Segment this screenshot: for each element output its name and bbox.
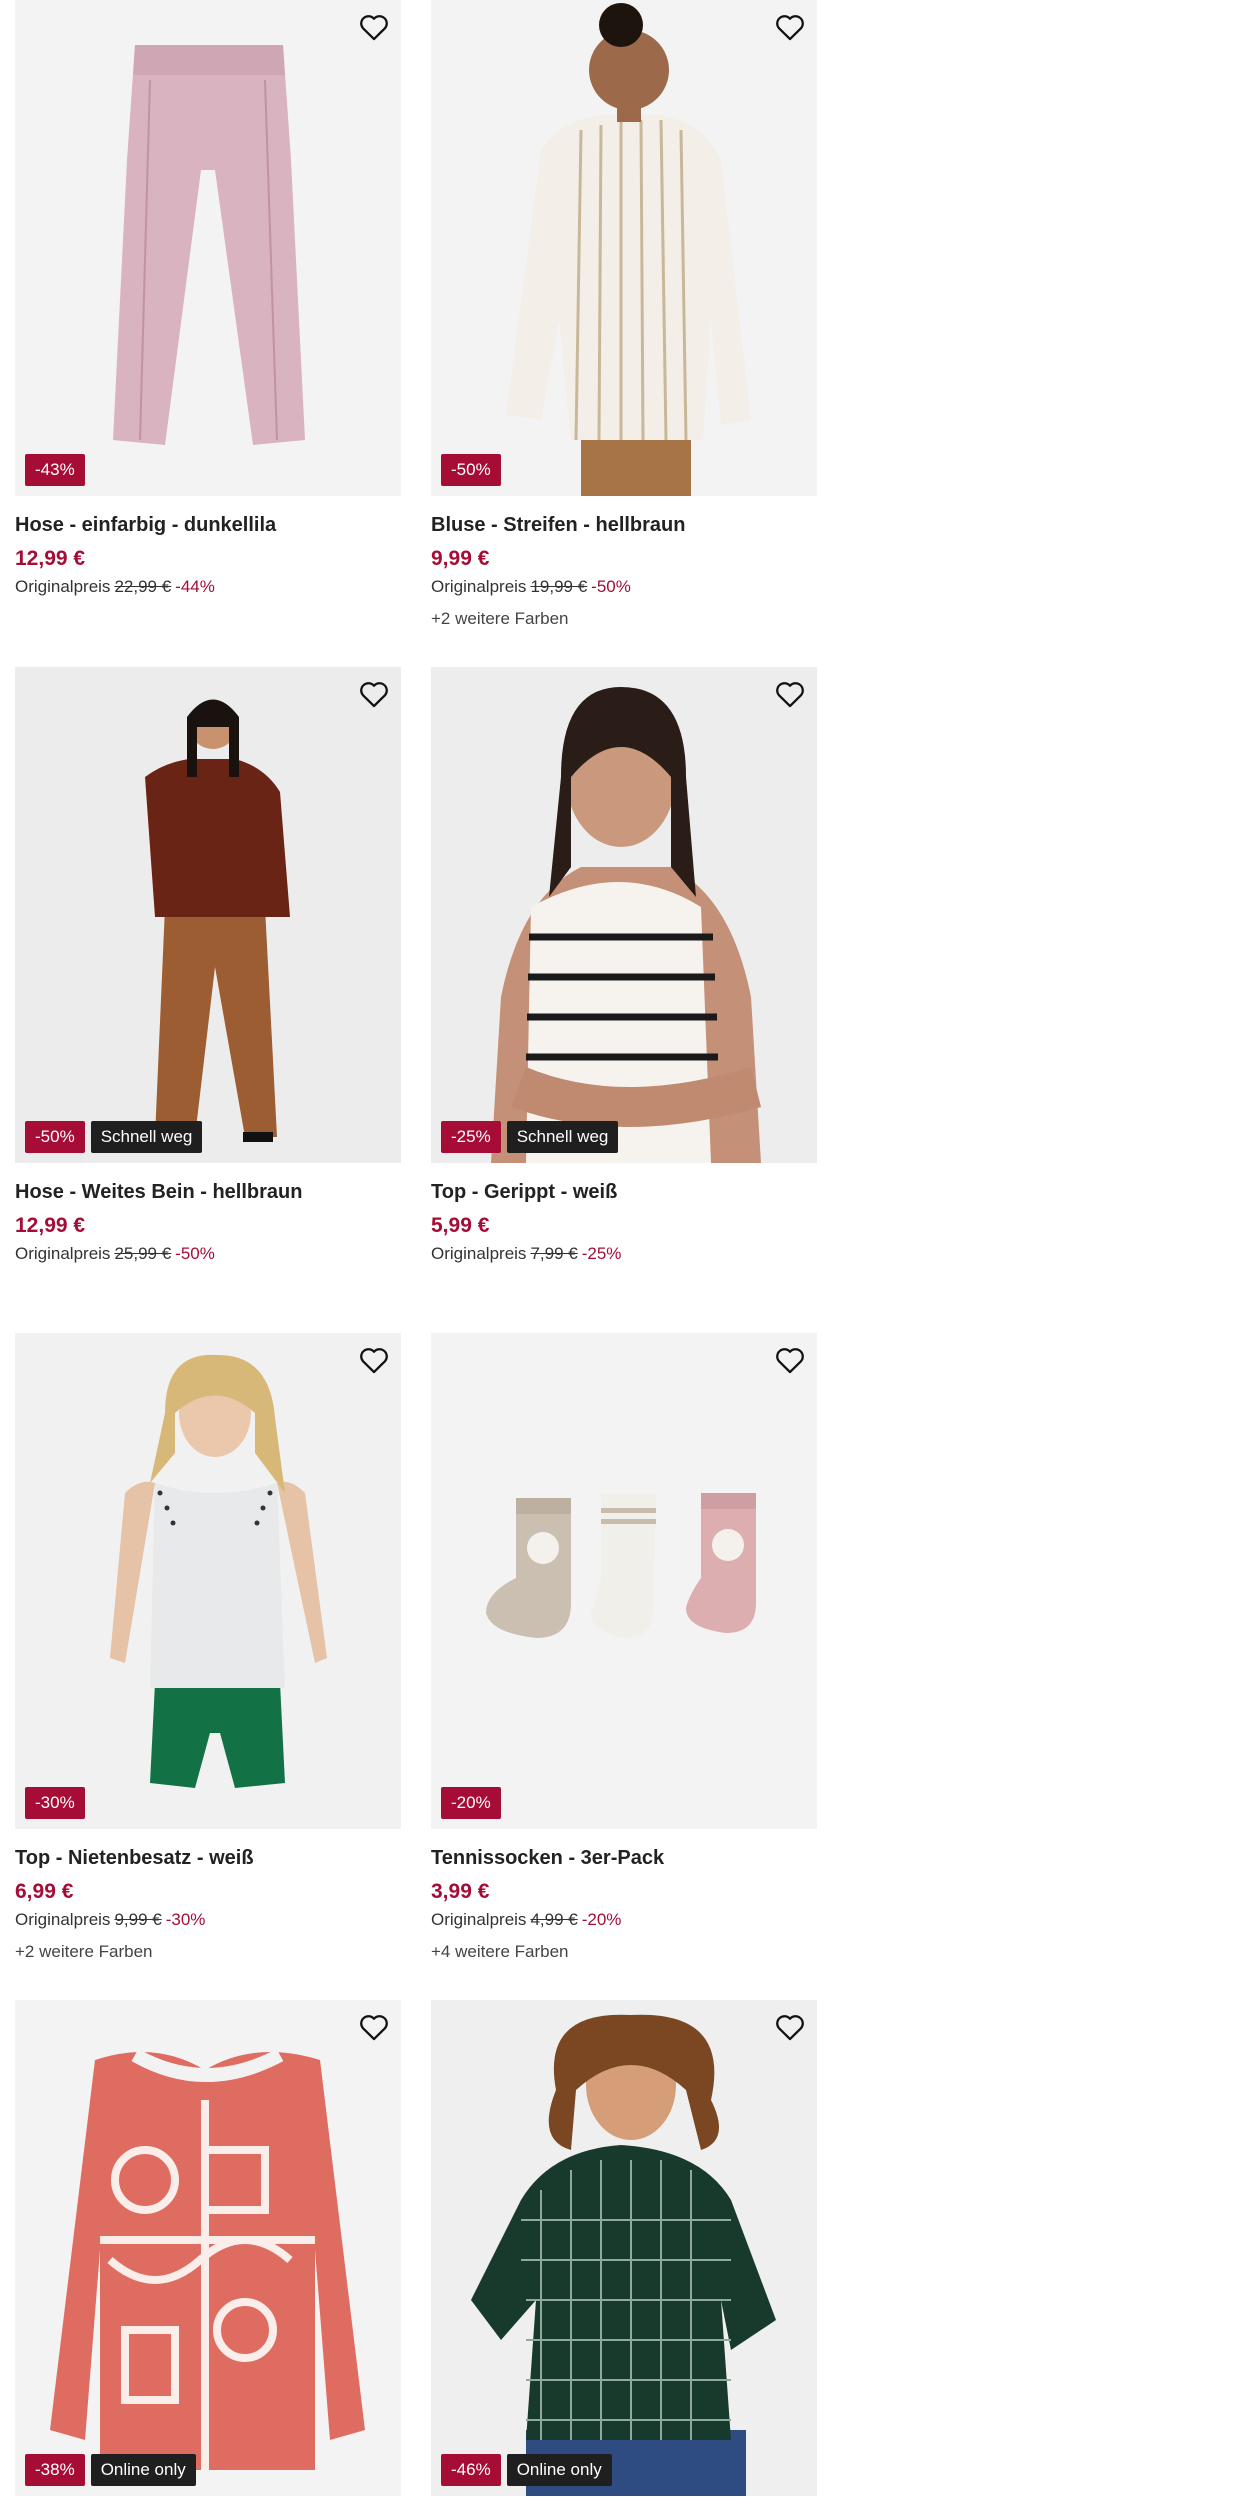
product-card[interactable]: -25% Schnell weg Top - Gerippt - weiß 5,… [431, 667, 817, 1264]
original-price-line: Originalpreis 4,99 € -20% [431, 1910, 817, 1930]
product-image[interactable]: -50% [431, 0, 817, 496]
more-colors-link[interactable]: +2 weitere Farben [15, 1942, 401, 1962]
product-card[interactable]: -50% Bluse - Streifen - hellbraun 9,99 €… [431, 0, 817, 629]
sale-price: 3,99 € [431, 1880, 490, 1903]
original-discount: -30% [165, 1910, 206, 1929]
tennis-socks-image [486, 1493, 756, 1638]
wishlist-heart-icon[interactable] [773, 2010, 807, 2044]
product-title[interactable]: Top - Gerippt - weiß [431, 1181, 817, 1204]
product-card[interactable]: -20% Tennissocken - 3er-Pack 3,99 € Orig… [431, 1333, 817, 1962]
blouse-image [506, 3, 751, 496]
more-colors-link[interactable]: +2 weitere Farben [431, 609, 817, 629]
product-image[interactable]: -50% Schnell weg [15, 667, 401, 1163]
product-image[interactable]: -43% [15, 0, 401, 496]
original-price: 25,99 € [114, 1244, 172, 1263]
original-price: 19,99 € [530, 577, 588, 596]
original-price: 7,99 € [530, 1244, 578, 1263]
product-image[interactable]: -30% [15, 1333, 401, 1829]
wide-leg-pants-image [15, 667, 401, 1163]
original-price-label: Originalpreis [15, 577, 111, 596]
sale-price: 9,99 € [431, 547, 490, 570]
studded-top-image [15, 1333, 401, 1829]
wishlist-heart-icon[interactable] [773, 677, 807, 711]
schnell-weg-badge: Schnell weg [506, 1121, 619, 1153]
discount-badge: -20% [441, 1787, 501, 1819]
original-price-line: Originalpreis 9,99 € -30% [15, 1910, 401, 1930]
original-price-label: Originalpreis [431, 1910, 527, 1929]
product-title[interactable]: Hose - einfarbig - dunkellila [15, 514, 401, 537]
wishlist-heart-icon[interactable] [357, 1343, 391, 1377]
product-card[interactable]: -46% Online only [431, 2000, 817, 2496]
discount-badge: -50% [441, 454, 501, 486]
wishlist-heart-icon[interactable] [357, 10, 391, 44]
original-discount: -50% [175, 1244, 215, 1263]
product-card[interactable]: -30% Top - Nietenbesatz - weiß 6,99 € Or… [15, 1333, 401, 1962]
wishlist-heart-icon[interactable] [357, 677, 391, 711]
original-price: 22,99 € [114, 577, 172, 596]
wishlist-heart-icon[interactable] [357, 2010, 391, 2044]
original-price-label: Originalpreis [15, 1910, 111, 1929]
original-discount: -44% [175, 577, 215, 596]
original-price: 9,99 € [114, 1910, 162, 1929]
discount-badge: -30% [25, 1787, 85, 1819]
original-discount: -20% [581, 1910, 622, 1929]
online-only-badge: Online only [90, 2454, 196, 2486]
product-image[interactable]: -46% Online only [431, 2000, 817, 2496]
ribbed-top-image [431, 667, 817, 1163]
checked-shirt-image [431, 2000, 817, 2496]
wishlist-heart-icon[interactable] [773, 10, 807, 44]
pants-image [113, 45, 305, 445]
sale-price: 12,99 € [15, 1214, 86, 1237]
product-card[interactable]: -50% Schnell weg Hose - Weites Bein - he… [15, 667, 401, 1264]
product-title[interactable]: Top - Nietenbesatz - weiß [15, 1847, 401, 1870]
original-discount: -25% [581, 1244, 622, 1263]
wishlist-heart-icon[interactable] [773, 1343, 807, 1377]
discount-badge: -38% [25, 2454, 85, 2486]
product-title[interactable]: Tennissocken - 3er-Pack [431, 1847, 817, 1870]
original-price-line: Originalpreis 22,99 € -44% [15, 577, 401, 597]
product-card[interactable]: -38% Online only [15, 2000, 401, 2496]
original-price-line: Originalpreis 7,99 € -25% [431, 1244, 817, 1264]
schnell-weg-badge: Schnell weg [90, 1121, 203, 1153]
product-image[interactable]: -38% Online only [15, 2000, 401, 2496]
patterned-shirt-image [50, 2048, 365, 2470]
sale-price: 6,99 € [15, 1880, 74, 1903]
discount-badge: -46% [441, 2454, 501, 2486]
more-colors-link[interactable]: +4 weitere Farben [431, 1942, 817, 1962]
product-title[interactable]: Hose - Weites Bein - hellbraun [15, 1181, 401, 1204]
original-price-label: Originalpreis [15, 1244, 111, 1263]
product-card[interactable]: -43% Hose - einfarbig - dunkellila 12,99… [15, 0, 401, 597]
product-title[interactable]: Bluse - Streifen - hellbraun [431, 514, 817, 537]
original-price-label: Originalpreis [431, 1244, 527, 1263]
discount-badge: -25% [441, 1121, 501, 1153]
online-only-badge: Online only [506, 2454, 612, 2486]
original-price: 4,99 € [530, 1910, 578, 1929]
discount-badge: -50% [25, 1121, 85, 1153]
discount-badge: -43% [25, 454, 85, 486]
sale-price: 12,99 € [15, 547, 86, 570]
product-image[interactable]: -20% [431, 1333, 817, 1829]
product-image[interactable]: -25% Schnell weg [431, 667, 817, 1163]
original-discount: -50% [591, 577, 631, 596]
original-price-line: Originalpreis 25,99 € -50% [15, 1244, 401, 1264]
sale-price: 5,99 € [431, 1214, 490, 1237]
original-price-label: Originalpreis [431, 577, 527, 596]
original-price-line: Originalpreis 19,99 € -50% [431, 577, 817, 597]
